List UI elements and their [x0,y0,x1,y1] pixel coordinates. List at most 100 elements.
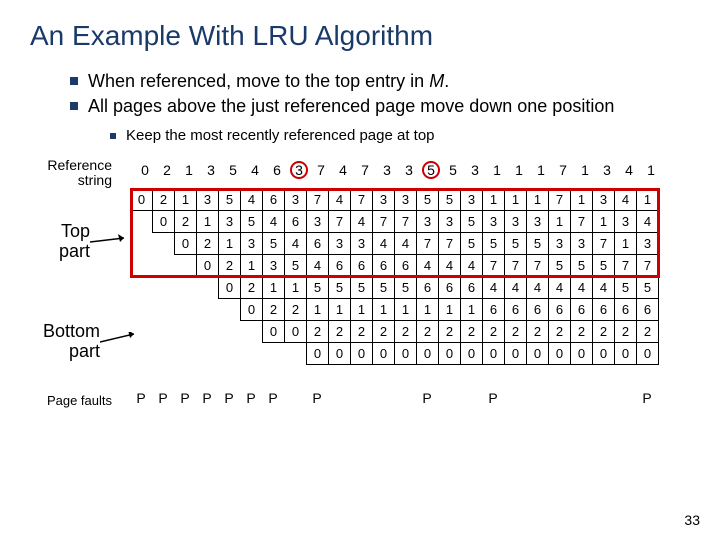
grid-cell: 2 [285,298,307,320]
sub-bullet-item: Keep the most recently referenced page a… [110,127,690,144]
grid-cell: 0 [329,342,351,364]
grid-cell: 6 [461,276,483,298]
grid-cell: 2 [549,320,571,342]
grid-cell [285,342,307,364]
grid-cell: 5 [373,276,395,298]
fault-cell: P [240,390,262,406]
grid-cell: 2 [329,320,351,342]
grid-cell: 0 [241,298,263,320]
ref-cell: 7 [310,162,332,178]
ref-cell: 7 [354,162,376,178]
grid-cell [131,232,153,254]
fault-cell: P [218,390,240,406]
grid-cell [175,342,197,364]
grid-cell [197,342,219,364]
grid-cell: 1 [549,210,571,232]
grid-cell: 5 [549,254,571,276]
ref-cell: 5 [222,162,244,178]
ref-cell: 7 [552,162,574,178]
grid-cell: 1 [527,188,549,210]
grid-cell: 2 [263,298,285,320]
grid-cell: 2 [417,320,439,342]
fault-cell: P [174,390,196,406]
grid-cell: 4 [373,232,395,254]
grid-cell: 0 [505,342,527,364]
grid-cell [153,298,175,320]
grid-cell: 3 [527,210,549,232]
ref-cell: 6 [266,162,288,178]
fault-cell: P [482,390,504,406]
page-faults-row: PPPPPPPPPPP [130,390,658,406]
fault-cell [438,390,460,406]
grid-cell: 5 [461,210,483,232]
grid-cell: 0 [131,188,153,210]
grid-cell: 3 [549,232,571,254]
ref-cell: 3 [398,162,420,178]
grid-cell: 4 [241,188,263,210]
fault-cell [570,390,592,406]
fault-cell: P [416,390,438,406]
grid-cell: 7 [505,254,527,276]
grid-cell: 2 [439,320,461,342]
grid-cell: 7 [593,232,615,254]
grid-cell [131,254,153,276]
grid-cell [175,276,197,298]
grid-cell [219,320,241,342]
fault-cell [328,390,350,406]
grid-cell: 3 [219,210,241,232]
grid-cell: 3 [593,188,615,210]
grid-cell [153,320,175,342]
grid-cell: 2 [571,320,593,342]
grid-cell: 1 [483,188,505,210]
grid-cell [153,254,175,276]
grid-cell: 3 [461,188,483,210]
bullet-text: When referenced, move to the top entry i… [88,70,449,93]
grid-cell: 6 [373,254,395,276]
grid-cell [241,320,263,342]
fault-cell [372,390,394,406]
grid-cell: 1 [373,298,395,320]
grid-cell: 5 [461,232,483,254]
grid-cell: 1 [593,210,615,232]
ref-cell: 3 [464,162,486,178]
grid-cell: 7 [329,210,351,232]
ref-cell: 5 [420,162,442,178]
grid-cell: 6 [593,298,615,320]
grid-cell: 1 [329,298,351,320]
grid-cell: 1 [263,276,285,298]
grid-cell: 1 [461,298,483,320]
grid-cell: 3 [329,232,351,254]
grid-cell: 2 [373,320,395,342]
fault-cell: P [306,390,328,406]
grid-cell: 4 [285,232,307,254]
grid-cell: 1 [219,232,241,254]
bullet-list: When referenced, move to the top entry i… [70,70,690,119]
fault-cell: P [636,390,658,406]
ref-cell: 4 [244,162,266,178]
fault-cell [504,390,526,406]
grid-cell: 1 [285,276,307,298]
fault-cell: P [130,390,152,406]
grid-cell: 6 [505,298,527,320]
grid-cell: 0 [175,232,197,254]
grid-cell: 0 [439,342,461,364]
grid-cell: 6 [285,210,307,232]
fault-cell [614,390,636,406]
grid-cell [131,342,153,364]
grid-cell: 2 [461,320,483,342]
grid-cell: 0 [615,342,637,364]
grid-cell: 3 [571,232,593,254]
grid-cell: 4 [439,254,461,276]
ref-cell: 1 [178,162,200,178]
grid-cell [175,298,197,320]
grid-cell: 4 [461,254,483,276]
ref-cell: 4 [618,162,640,178]
fault-cell [284,390,306,406]
grid-cell: 3 [241,232,263,254]
grid-cell: 5 [351,276,373,298]
grid-cell: 2 [505,320,527,342]
grid-cell: 5 [439,188,461,210]
grid-cell: 0 [395,342,417,364]
grid-cell: 0 [285,320,307,342]
grid-cell: 7 [637,254,659,276]
